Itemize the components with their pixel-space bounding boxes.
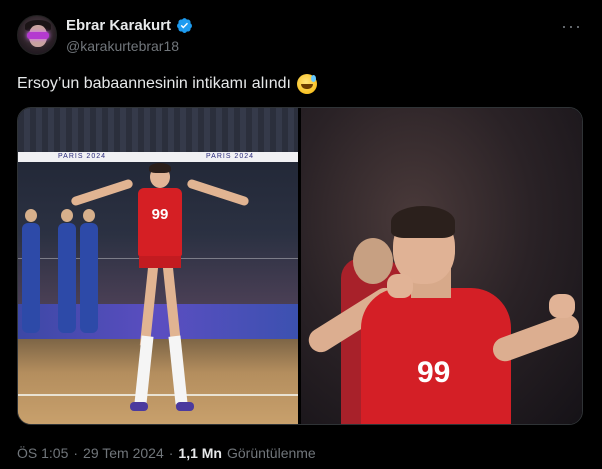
jersey-number: 99 bbox=[151, 206, 169, 223]
user-handle[interactable]: @karakurtebrar18 bbox=[66, 38, 179, 54]
avatar[interactable] bbox=[17, 15, 57, 55]
tweet: Ebrar Karakurt @karakurtebrar18 ··· Erso… bbox=[0, 0, 602, 469]
tweet-text: Ersoy’un babaannesinin intikamı alındı bbox=[17, 74, 317, 94]
player-leg bbox=[162, 265, 182, 347]
jersey-number: 99 bbox=[417, 356, 451, 389]
more-options-icon[interactable]: ··· bbox=[561, 17, 582, 35]
crowd-background bbox=[18, 108, 298, 152]
media-photo-left[interactable]: PARIS 2024 PARIS 2024 99 bbox=[18, 108, 298, 424]
background-player bbox=[80, 209, 98, 333]
player-arm-right bbox=[186, 178, 250, 207]
player-jersey: 99 bbox=[138, 188, 182, 256]
grinning-sweat-emoji-icon bbox=[296, 74, 317, 94]
player-shoe bbox=[176, 402, 194, 411]
player-leg bbox=[139, 265, 159, 347]
paris-banner: PARIS 2024 PARIS 2024 bbox=[18, 152, 298, 162]
player-fist bbox=[549, 294, 575, 318]
verified-badge-icon bbox=[177, 18, 193, 33]
tweet-date[interactable]: 29 Tem 2024 bbox=[83, 445, 164, 461]
background-player bbox=[22, 209, 40, 333]
player-hair bbox=[149, 163, 171, 173]
tweet-text-content: Ersoy’un babaannesinin intikamı alındı bbox=[17, 75, 291, 92]
player-sock bbox=[168, 335, 188, 405]
player-fist bbox=[387, 274, 413, 298]
views-count: 1,1 Mn bbox=[178, 445, 222, 461]
display-name[interactable]: Ebrar Karakurt bbox=[66, 17, 171, 34]
tweet-time[interactable]: ÖS 1:05 bbox=[17, 445, 68, 461]
meta-separator: · bbox=[168, 445, 174, 461]
background-player bbox=[58, 209, 76, 333]
avatar-glasses bbox=[27, 32, 49, 39]
player-sock bbox=[134, 335, 154, 405]
meta-separator: · bbox=[73, 445, 79, 461]
player-hair bbox=[391, 206, 455, 238]
background-player-head bbox=[353, 238, 393, 284]
name-row: Ebrar Karakurt bbox=[66, 17, 193, 34]
banner-text-right: PARIS 2024 bbox=[206, 153, 255, 160]
views-label: Görüntülenme bbox=[227, 445, 316, 461]
tweet-media[interactable]: PARIS 2024 PARIS 2024 99 99 bbox=[17, 107, 583, 425]
celebrating-player: 99 bbox=[130, 163, 194, 416]
player-arm-left bbox=[70, 178, 134, 207]
player-shoe bbox=[130, 402, 148, 411]
tweet-meta: ÖS 1:05 · 29 Tem 2024 · 1,1 Mn Görüntüle… bbox=[17, 445, 316, 461]
banner-text-left: PARIS 2024 bbox=[58, 153, 107, 160]
media-photo-right[interactable]: 99 bbox=[301, 108, 582, 424]
